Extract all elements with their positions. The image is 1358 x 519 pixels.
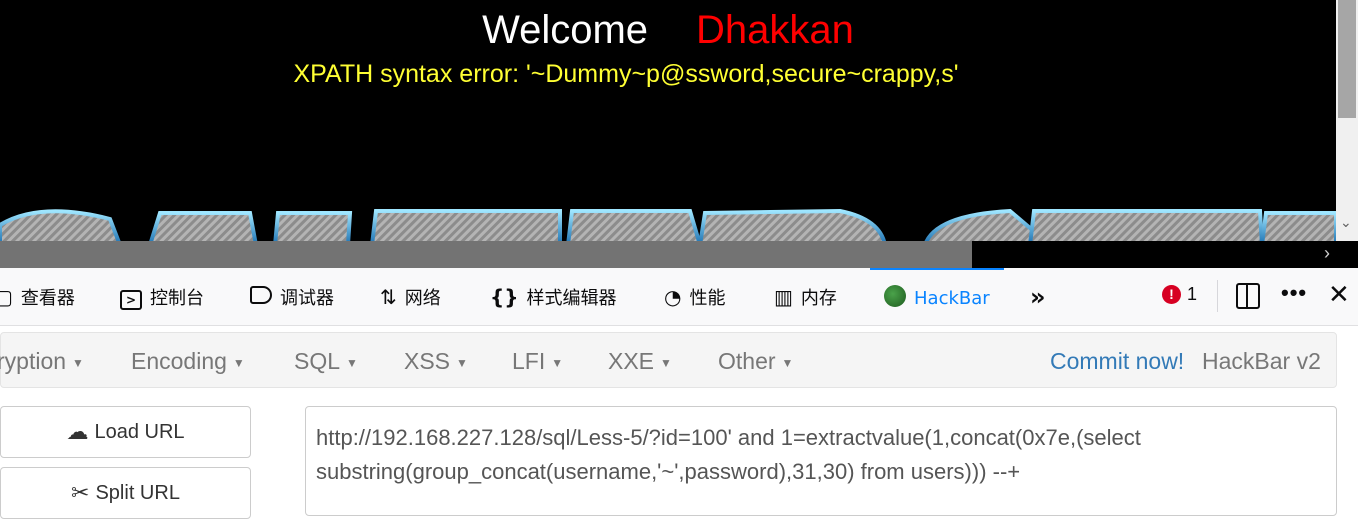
- menu-lfi[interactable]: LFI ▼: [512, 333, 563, 389]
- error-count-badge[interactable]: ! 1: [1162, 284, 1197, 305]
- dock-side-icon[interactable]: [1236, 283, 1260, 309]
- menu-sql[interactable]: SQL ▼: [294, 333, 358, 389]
- scissors-icon: ✂: [71, 480, 90, 505]
- tab-label: 内存: [800, 288, 837, 309]
- menu-encryption[interactable]: ryption ▼: [0, 333, 84, 389]
- cloud-download-icon: ☁: [66, 419, 89, 444]
- toolbar-divider: [1217, 280, 1218, 312]
- more-options-icon[interactable]: •••: [1281, 280, 1307, 306]
- menu-xxe[interactable]: XXE ▼: [608, 333, 672, 389]
- tab-memory[interactable]: ▥ 内存: [774, 268, 837, 326]
- caret-down-icon: ▼: [551, 355, 564, 370]
- split-url-label: Split URL: [95, 481, 180, 504]
- xpath-error-message: XPATH syntax error: '~Dummy~p@ssword,sec…: [293, 60, 959, 88]
- caret-down-icon: ▼: [346, 355, 358, 370]
- style-editor-icon: {}: [490, 285, 519, 309]
- tab-label: 性能: [689, 288, 726, 309]
- load-url-button[interactable]: ☁ Load URL: [0, 406, 251, 458]
- tab-label: 查看器: [20, 288, 75, 309]
- tab-style-editor[interactable]: {} 样式编辑器: [490, 268, 616, 326]
- error-icon: !: [1162, 285, 1181, 304]
- menu-label: ryption: [0, 348, 67, 374]
- performance-icon: ◔: [664, 285, 682, 309]
- menu-label: XXE: [608, 348, 655, 374]
- welcome-text: Welcome: [482, 8, 649, 52]
- caret-down-icon: ▼: [456, 355, 468, 370]
- username-text: Dhakkan: [696, 8, 854, 52]
- tab-network[interactable]: ⇅ 网络: [380, 268, 441, 326]
- menu-label: XSS: [404, 348, 451, 374]
- sqli-labs-banner-image: [0, 208, 1336, 245]
- error-count: 1: [1187, 284, 1198, 304]
- tabs-overflow-chevron-icon[interactable]: »: [1030, 268, 1046, 326]
- tab-label: 控制台: [150, 288, 204, 309]
- hackbar-icon: [884, 284, 906, 312]
- horizontal-scrollbar[interactable]: ›: [0, 241, 1336, 268]
- debugger-icon: [250, 285, 272, 309]
- inspector-icon: ▢: [0, 285, 13, 309]
- hackbar-menu-bar: ryption ▼ Encoding ▼ SQL ▼ XSS ▼ LFI ▼ XXE ▼ O…: [0, 332, 1337, 388]
- caret-down-icon: ▼: [72, 355, 84, 370]
- scroll-right-arrow-icon[interactable]: ›: [1324, 243, 1330, 264]
- close-devtools-icon[interactable]: ✕: [1328, 279, 1350, 310]
- caret-down-icon: ▼: [232, 355, 245, 370]
- tab-inspector[interactable]: ▢ 查看器: [0, 268, 75, 326]
- menu-encoding[interactable]: Encoding ▼: [131, 333, 245, 389]
- horizontal-scrollbar-thumb[interactable]: [0, 241, 972, 268]
- tab-label: HackBar: [914, 287, 990, 309]
- commit-now-link[interactable]: Commit now!: [1050, 333, 1184, 389]
- tab-console[interactable]: > 控制台: [120, 268, 204, 326]
- tab-hackbar[interactable]: HackBar: [870, 268, 1004, 326]
- vertical-scrollbar[interactable]: ⌄: [1336, 0, 1358, 241]
- load-url-label: Load URL: [94, 420, 185, 443]
- welcome-heading: Welcome Dhakkan: [0, 8, 1336, 53]
- menu-label: Encoding: [131, 348, 227, 374]
- web-page-viewport: Welcome Dhakkan XPATH syntax error: '~Dum…: [0, 0, 1358, 268]
- tab-label: 网络: [404, 288, 441, 309]
- menu-xss[interactable]: XSS ▼: [404, 333, 468, 389]
- caret-down-icon: ▼: [781, 355, 794, 370]
- url-textarea[interactable]: http://192.168.227.128/sql/Less-5/?id=10…: [305, 406, 1337, 516]
- vertical-scrollbar-thumb[interactable]: [1338, 0, 1356, 118]
- menu-label: SQL: [294, 348, 341, 374]
- menu-other[interactable]: Other ▼: [718, 333, 793, 389]
- console-icon: >: [120, 285, 142, 310]
- memory-icon: ▥: [774, 285, 793, 309]
- menu-label: Other: [718, 348, 776, 374]
- caret-down-icon: ▼: [660, 355, 672, 370]
- menu-label: LFI: [512, 348, 546, 374]
- network-icon: ⇅: [380, 285, 397, 309]
- scroll-down-arrow-icon[interactable]: ⌄: [1340, 214, 1352, 231]
- devtools-toolbar: ▢ 查看器 > 控制台 调试器 ⇅ 网络 {} 样式编辑器 ◔ 性能 ▥ 内存 …: [0, 268, 1358, 326]
- tab-performance[interactable]: ◔ 性能: [664, 268, 725, 326]
- split-url-button[interactable]: ✂ Split URL: [0, 467, 251, 519]
- tab-debugger[interactable]: 调试器: [250, 268, 334, 326]
- hackbar-version: HackBar v2: [1202, 348, 1321, 374]
- tab-label: 样式编辑器: [526, 288, 617, 309]
- tab-label: 调试器: [280, 288, 334, 309]
